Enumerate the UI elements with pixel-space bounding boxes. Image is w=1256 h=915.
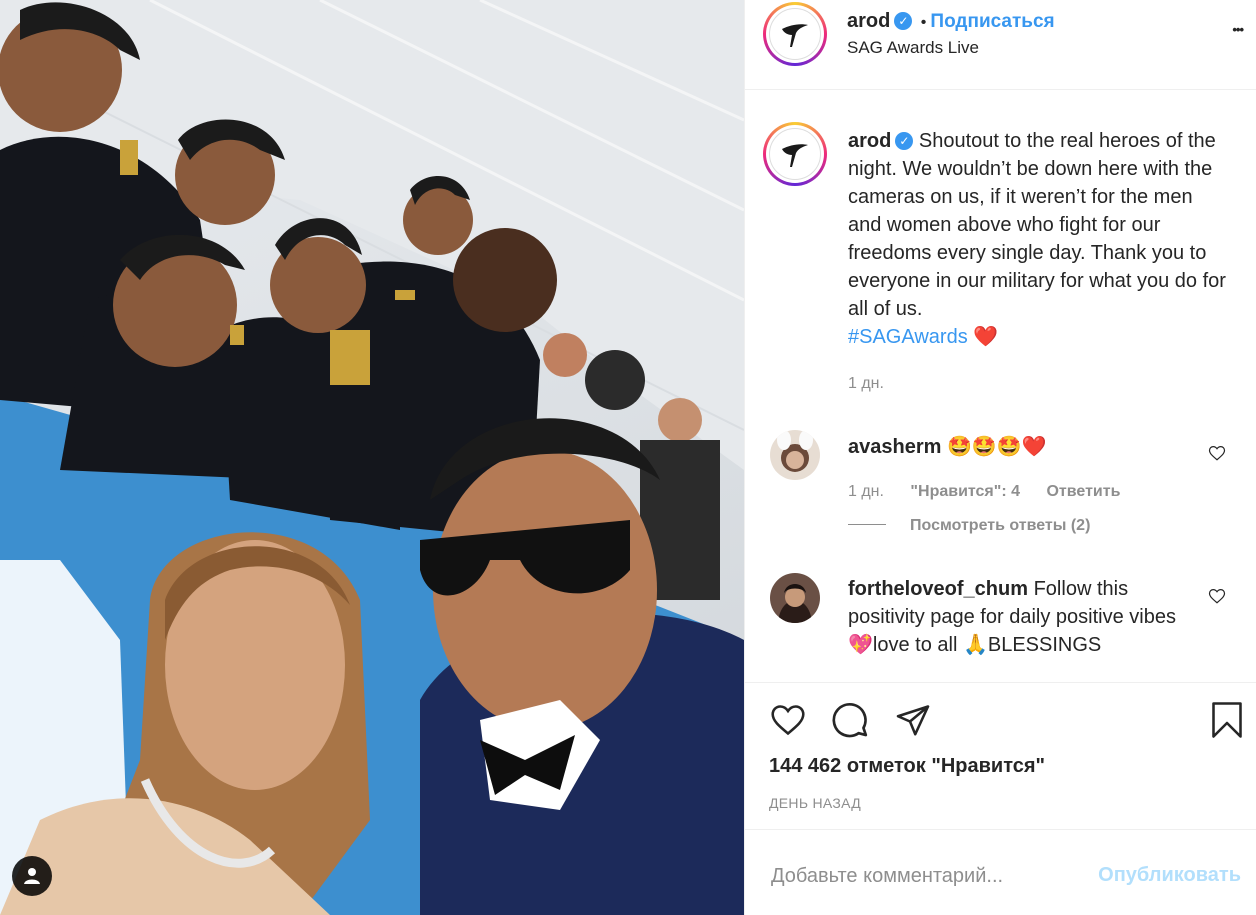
view-replies-label: Посмотреть ответы (2): [910, 517, 1091, 534]
user-icon: [24, 868, 40, 884]
caption-text: arod ✓ Shoutout to the real heroes of the…: [848, 127, 1228, 351]
replies-line: [848, 524, 886, 525]
comment-like-heart-icon[interactable]: [1208, 587, 1226, 605]
post-header: arod ✓ • Подписаться SAG Awards Live •••: [745, 0, 1256, 89]
comment-avatar-avasherm[interactable]: [770, 430, 820, 480]
post-photo[interactable]: [0, 0, 744, 915]
post-photo-illustration: [0, 0, 744, 915]
post-sidebar: arod ✓ • Подписаться SAG Awards Live ••• a…: [744, 0, 1256, 915]
comment-input[interactable]: [769, 858, 1073, 894]
share-icon[interactable]: [894, 702, 932, 738]
comment-avatar-fortheloveof_chum[interactable]: [770, 573, 820, 623]
post-comment-button[interactable]: Опубликовать: [1098, 864, 1241, 887]
comment-time[interactable]: 1 дн.: [848, 483, 884, 500]
comment-2: fortheloveof_chum Follow this positivity…: [848, 575, 1188, 659]
caption-author-avatar[interactable]: [763, 122, 827, 186]
comment-icon[interactable]: [831, 701, 869, 739]
post-date[interactable]: ДЕНЬ НАЗАД: [769, 795, 861, 811]
caption-time[interactable]: 1 дн.: [848, 375, 884, 393]
location-link[interactable]: SAG Awards Live: [847, 38, 979, 58]
reply-button[interactable]: Ответить: [1046, 483, 1120, 500]
brand-logo-icon: [782, 24, 808, 47]
comment-author[interactable]: avasherm: [848, 436, 941, 458]
heart-emoji: ❤️: [973, 326, 999, 348]
comment-1: avasherm 🤩🤩🤩❤️: [848, 434, 1047, 459]
caption-body: Shoutout to the real heroes of the night…: [848, 130, 1226, 320]
avatar-image: [777, 430, 813, 472]
save-bookmark-icon[interactable]: [1209, 700, 1245, 740]
user-tag-button[interactable]: [12, 856, 52, 896]
follow-button[interactable]: Подписаться: [930, 11, 1054, 32]
verified-icon: ✓: [895, 132, 914, 150]
more-options-button[interactable]: •••: [1232, 22, 1244, 37]
comment-text: 🤩🤩🤩❤️: [946, 436, 1047, 458]
hashtag-link[interactable]: #SAGAwards: [848, 326, 968, 348]
comment-likes[interactable]: "Нравится": 4: [910, 483, 1020, 500]
view-replies[interactable]: Посмотреть ответы (2): [848, 517, 1090, 535]
separator-dot: •: [920, 14, 927, 31]
verified-icon: ✓: [894, 12, 913, 30]
comment-composer: Опубликовать: [745, 830, 1256, 915]
comment-like-heart-icon[interactable]: [1208, 444, 1226, 462]
comment-author[interactable]: fortheloveof_chum: [848, 578, 1028, 600]
like-heart-icon[interactable]: [769, 702, 807, 738]
author-username[interactable]: arod: [847, 10, 890, 32]
author-avatar[interactable]: [763, 2, 827, 66]
avatar-image: [778, 584, 812, 623]
caption-author-username[interactable]: arod: [848, 130, 891, 152]
likes-count[interactable]: 144 462 отметок "Нравится": [769, 755, 1045, 778]
brand-logo-icon: [782, 144, 808, 167]
comment-1-meta: 1 дн. "Нравится": 4 Ответить: [848, 483, 1120, 501]
actions-divider: [745, 682, 1256, 683]
comments-area[interactable]: arod ✓ Shoutout to the real heroes of the…: [745, 90, 1256, 682]
